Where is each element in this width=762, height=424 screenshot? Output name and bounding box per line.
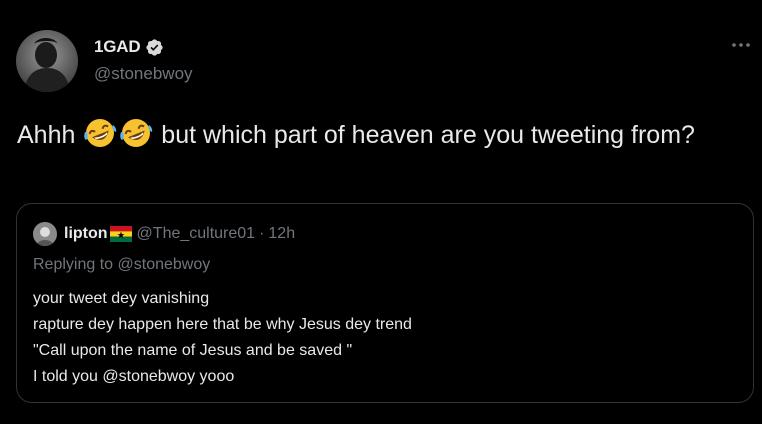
rofl-emoji-icon xyxy=(82,116,118,149)
ghana-flag-icon xyxy=(109,226,132,242)
replying-to-handle[interactable]: @stonebwoy xyxy=(118,256,211,273)
author-display-name[interactable]: 1GAD xyxy=(94,37,141,57)
author-avatar[interactable] xyxy=(16,30,78,92)
verified-badge-icon xyxy=(145,38,164,57)
quoted-tweet-timestamp[interactable]: 12h xyxy=(268,225,295,243)
rofl-emoji-icon xyxy=(118,116,154,149)
quoted-tweet-line: "Call upon the name of Jesus and be save… xyxy=(33,342,353,359)
author-name-row: 1GAD xyxy=(94,36,164,58)
tweet-text-before: Ahhh xyxy=(17,121,76,149)
more-options-icon[interactable] xyxy=(730,38,752,52)
avatar-photo-icon xyxy=(16,30,78,92)
quoted-tweet-card[interactable]: lipton @The_culture01 · 12h Replying to … xyxy=(16,203,754,403)
quoted-tweet-text: your tweet dey vanishing rapture dey hap… xyxy=(33,286,733,390)
avatar-photo-icon xyxy=(33,222,57,246)
replying-to-label: Replying to xyxy=(33,256,114,273)
dot-separator: · xyxy=(259,225,265,242)
quoted-tweet-line: your tweet dey vanishing xyxy=(33,290,210,307)
quoted-author-avatar[interactable] xyxy=(33,222,57,246)
tweet-text-after: but which part of heaven are you tweetin… xyxy=(161,121,695,149)
quoted-tweet-line: rapture dey happen here that be why Jesu… xyxy=(33,316,412,333)
tweet-text: Ahhh but which part of heaven are you tw… xyxy=(17,116,752,153)
replying-to: Replying to @stonebwoy xyxy=(33,256,210,274)
quoted-tweet-line: I told you @stonebwoy yooo xyxy=(33,368,235,385)
quoted-author-handle[interactable]: @The_culture01 xyxy=(137,225,256,243)
quoted-author-name[interactable]: lipton xyxy=(64,225,108,243)
author-handle[interactable]: @stonebwoy xyxy=(94,64,193,84)
tweet: 1GAD @stonebwoy Ahhh but which part of h… xyxy=(0,0,762,424)
quoted-tweet-header: lipton @The_culture01 · 12h xyxy=(33,222,295,246)
